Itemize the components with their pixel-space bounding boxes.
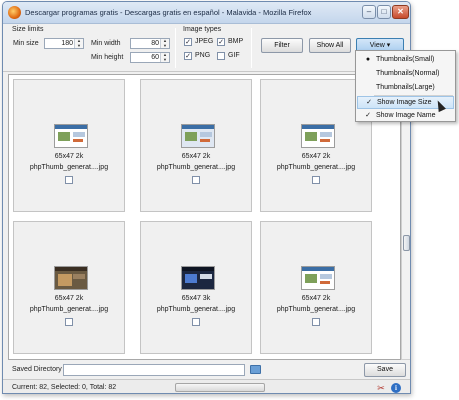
minimize-button[interactable]: – bbox=[362, 5, 376, 19]
min-size-spinner[interactable]: 180 ▲ ▼ bbox=[44, 38, 84, 49]
image-size-label: 65x47 2k bbox=[181, 153, 211, 160]
view-dropdown-menu: ● Thumbnails(Small) Thumbnails(Normal) T… bbox=[355, 50, 456, 122]
image-thumbnail[interactable] bbox=[54, 124, 88, 148]
image-thumbnail[interactable] bbox=[54, 266, 88, 290]
min-height-value: 60 bbox=[151, 54, 159, 61]
image-select-checkbox[interactable] bbox=[192, 176, 200, 184]
save-button[interactable]: Save bbox=[364, 363, 406, 377]
image-name-label: phpThumb_generat....jpg bbox=[276, 164, 356, 171]
menu-item-thumbnails-small[interactable]: ● Thumbnails(Small) bbox=[357, 53, 454, 66]
bmp-checkbox[interactable]: ✓ bbox=[217, 38, 225, 46]
title-bar: Descargar programas gratis - Descargas g… bbox=[3, 2, 410, 24]
status-bar: Current: 82, Selected: 0, Total: 82 ✂ i bbox=[3, 379, 410, 393]
image-thumbnail[interactable] bbox=[181, 124, 215, 148]
spinner-arrows-icon[interactable]: ▲ ▼ bbox=[160, 52, 169, 62]
info-icon[interactable]: i bbox=[391, 383, 401, 393]
bmp-label: BMP bbox=[228, 38, 244, 45]
menu-item-label: Thumbnails(Large) bbox=[376, 84, 435, 91]
filter-toolbar: Size limits Min size 180 ▲ ▼ Min width 80… bbox=[3, 24, 410, 72]
min-height-label: Min height bbox=[91, 54, 124, 61]
menu-item-label: Thumbnails(Normal) bbox=[376, 70, 440, 77]
min-height-spinner[interactable]: 60 ▲ ▼ bbox=[130, 52, 170, 63]
image-thumbnail[interactable] bbox=[301, 266, 335, 290]
save-row: Saved Directory Save bbox=[3, 362, 410, 378]
spinner-arrows-icon[interactable]: ▲ ▼ bbox=[160, 38, 169, 48]
maximize-button[interactable]: □ bbox=[377, 5, 391, 19]
scrollbar-thumb[interactable] bbox=[403, 235, 410, 251]
min-width-label: Min width bbox=[91, 40, 121, 47]
image-thumbnail[interactable] bbox=[181, 266, 215, 290]
image-tile[interactable]: 65x47 2k phpThumb_generat....jpg bbox=[140, 79, 252, 212]
image-select-checkbox[interactable] bbox=[312, 176, 320, 184]
image-select-checkbox[interactable] bbox=[192, 318, 200, 326]
jpeg-checkbox[interactable]: ✓ bbox=[184, 38, 192, 46]
image-name-label: phpThumb_generat....jpg bbox=[276, 306, 356, 313]
firefox-icon bbox=[8, 6, 21, 19]
min-width-spinner[interactable]: 80 ▲ ▼ bbox=[130, 38, 170, 49]
image-tile[interactable]: 65x47 2k phpThumb_generat....jpg bbox=[260, 221, 372, 354]
radio-selected-icon: ● bbox=[365, 56, 371, 63]
image-tile[interactable]: 65x47 2k phpThumb_generat....jpg bbox=[13, 79, 125, 212]
image-select-checkbox[interactable] bbox=[312, 318, 320, 326]
png-label: PNG bbox=[195, 52, 211, 59]
image-size-label: 65x47 2k bbox=[54, 153, 84, 160]
image-tile[interactable]: 65x47 3k phpThumb_generat....jpg bbox=[140, 221, 252, 354]
image-size-label: 65x47 3k bbox=[181, 295, 211, 302]
close-button[interactable]: ✕ bbox=[392, 5, 409, 19]
png-checkbox[interactable]: ✓ bbox=[184, 52, 192, 60]
min-size-value: 180 bbox=[61, 40, 73, 47]
spinner-arrows-icon[interactable]: ▲ ▼ bbox=[74, 38, 83, 48]
image-name-label: phpThumb_generat....jpg bbox=[29, 306, 109, 313]
min-size-label: Min size bbox=[13, 40, 39, 47]
image-thumbnail[interactable] bbox=[301, 124, 335, 148]
show-all-button[interactable]: Show All bbox=[309, 38, 351, 53]
saved-directory-label: Saved Directory bbox=[12, 366, 62, 373]
firefox-window: Descargar programas gratis - Descargas g… bbox=[2, 1, 411, 394]
menu-item-thumbnails-normal[interactable]: Thumbnails(Normal) bbox=[357, 67, 454, 80]
image-grid: 65x47 2k phpThumb_generat....jpg 65x47 2… bbox=[8, 74, 401, 360]
folder-icon[interactable] bbox=[250, 365, 261, 374]
status-text: Current: 82, Selected: 0, Total: 82 bbox=[12, 384, 117, 391]
gif-checkbox[interactable] bbox=[217, 52, 225, 60]
image-types-title: Image types bbox=[183, 26, 222, 33]
min-width-value: 80 bbox=[151, 40, 159, 47]
checkmark-icon: ✓ bbox=[366, 99, 372, 106]
image-name-label: phpThumb_generat....jpg bbox=[156, 164, 236, 171]
toolbar-divider bbox=[175, 28, 176, 68]
image-select-checkbox[interactable] bbox=[65, 176, 73, 184]
menu-item-label: Show Image Size bbox=[377, 99, 432, 106]
image-size-label: 65x47 2k bbox=[301, 295, 331, 302]
image-size-label: 65x47 2k bbox=[301, 153, 331, 160]
menu-item-label: Show Image Name bbox=[376, 112, 436, 119]
image-select-checkbox[interactable] bbox=[65, 318, 73, 326]
tools-icon[interactable]: ✂ bbox=[376, 383, 386, 393]
progress-bar bbox=[175, 383, 265, 392]
jpeg-label: JPEG bbox=[195, 38, 214, 45]
menu-item-thumbnails-large[interactable]: Thumbnails(Large) bbox=[357, 81, 454, 94]
window-title: Descargar programas gratis - Descargas g… bbox=[25, 8, 312, 17]
gif-label: GIF bbox=[228, 52, 240, 59]
menu-item-label: Thumbnails(Small) bbox=[376, 56, 435, 63]
image-name-label: phpThumb_generat....jpg bbox=[29, 164, 109, 171]
image-tile[interactable]: 65x47 2k phpThumb_generat....jpg bbox=[13, 221, 125, 354]
image-name-label: phpThumb_generat....jpg bbox=[156, 306, 236, 313]
checkmark-icon: ✓ bbox=[365, 112, 371, 119]
image-size-label: 65x47 2k bbox=[54, 295, 84, 302]
filter-button[interactable]: Filter bbox=[261, 38, 303, 53]
size-limits-title: Size limits bbox=[12, 26, 44, 33]
toolbar-divider bbox=[251, 28, 252, 68]
saved-directory-input[interactable] bbox=[63, 364, 245, 376]
